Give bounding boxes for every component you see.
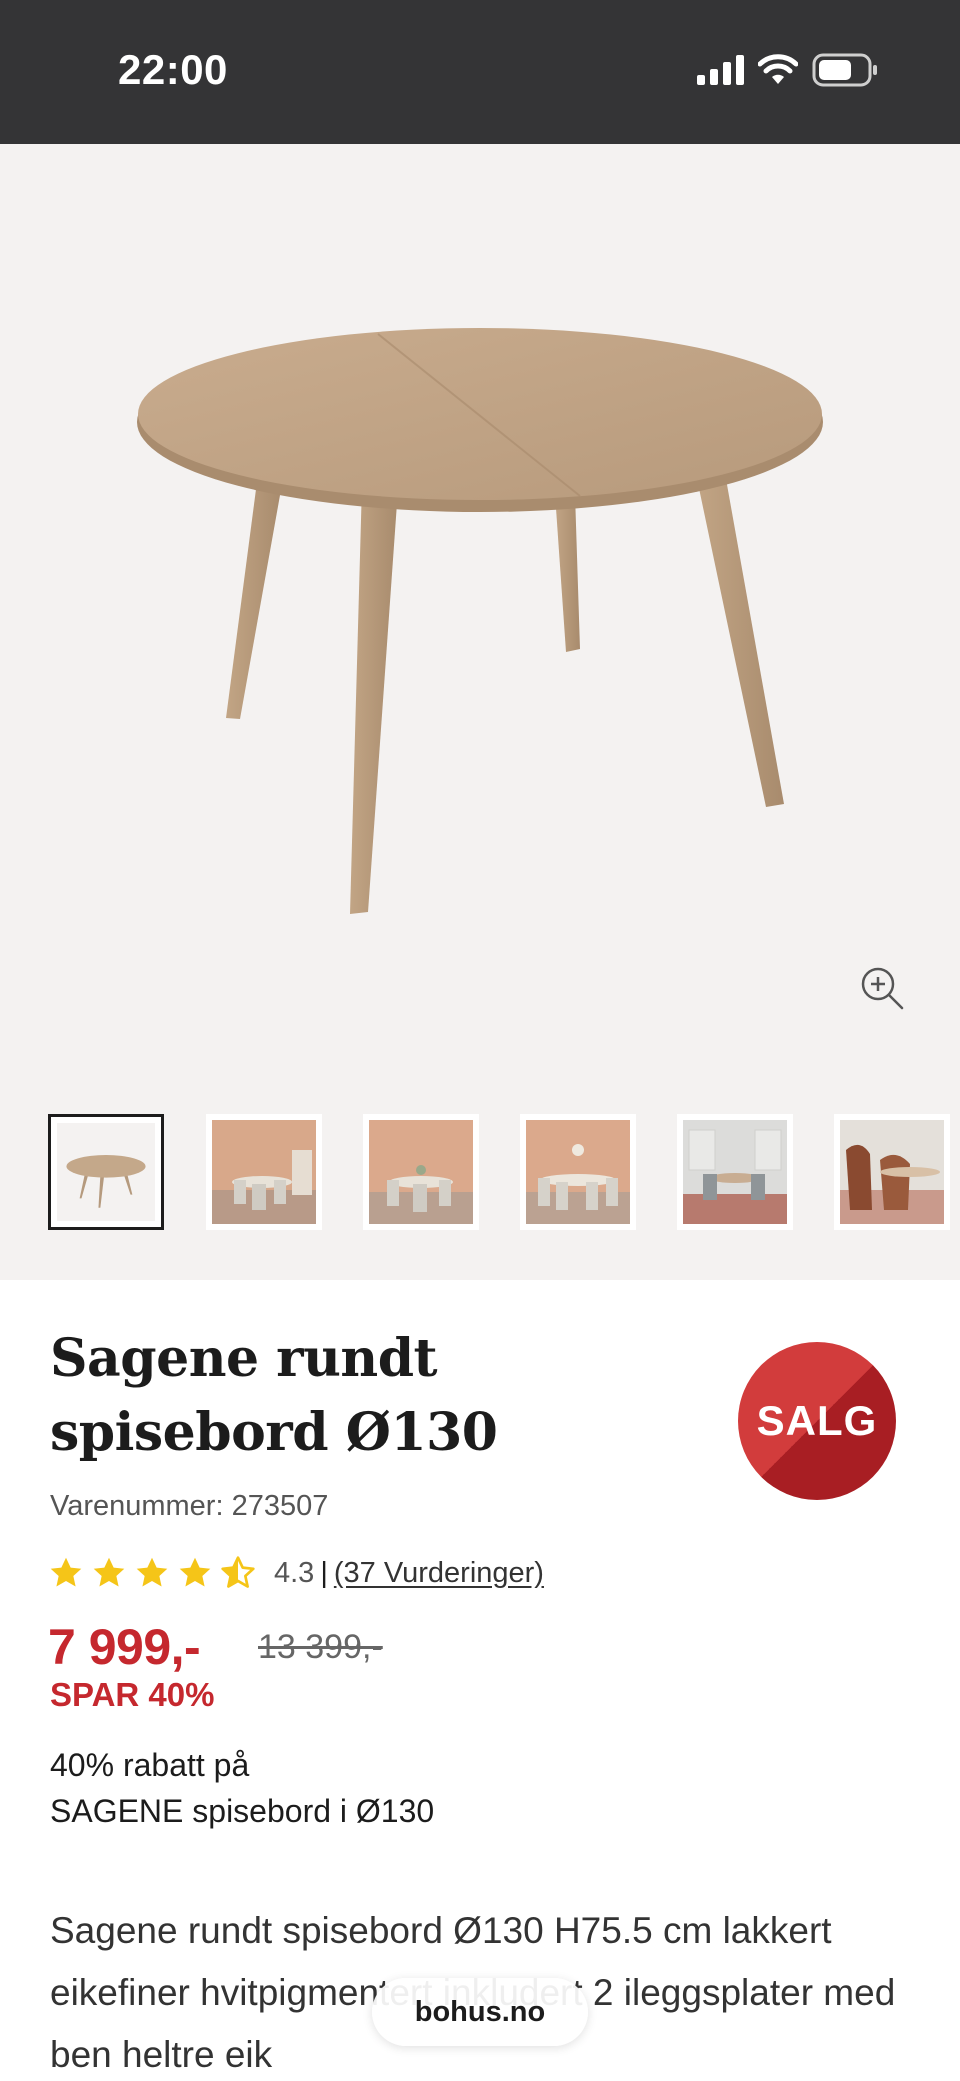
sale-badge-label: SALG (756, 1397, 878, 1444)
sale-badge: SALG (738, 1342, 896, 1500)
reviews-link[interactable]: (37 Vurderinger) (334, 1557, 544, 1590)
rating-separator: | (320, 1556, 328, 1589)
cellular-signal-icon (697, 55, 744, 85)
product-info: Sagene rundt spisebord Ø130 Varenummer: … (0, 1280, 960, 2081)
product-title: Sagene rundt spisebord Ø130 (50, 1328, 498, 1463)
promo-line-1: 40% rabatt på (50, 1747, 250, 1783)
product-rating: 4.3 | (37 Vurderinger) (48, 1552, 544, 1594)
thumbnail-table-product[interactable] (48, 1114, 164, 1230)
star-full-icon (50, 1557, 82, 1587)
status-icons (697, 52, 878, 88)
star-full-icon (179, 1557, 211, 1587)
thumbnail-room-scene-4[interactable] (677, 1114, 793, 1230)
rating-value: 4.3 (274, 1556, 315, 1589)
url-text: bohus.no (414, 1995, 546, 2028)
wifi-icon (758, 54, 798, 84)
thumbnail-room-scene-1[interactable] (206, 1114, 322, 1230)
battery-icon (812, 53, 877, 87)
star-rating (48, 1555, 256, 1591)
product-main-image[interactable] (0, 144, 960, 1144)
promo-line-2: SAGENE spisebord i Ø130 (50, 1793, 435, 1829)
product-gallery (0, 144, 960, 1280)
thumbnail-strip (48, 1114, 960, 1234)
thumbnail-room-scene-3[interactable] (520, 1114, 636, 1230)
promo-text: 40% rabatt på SAGENE spisebord i Ø130 (50, 1742, 434, 1834)
star-half-icon (221, 1556, 255, 1588)
current-price: 7 999,- (48, 1619, 201, 1675)
status-time: 22:00 (118, 46, 228, 93)
product-sku: Varenummer: 273507 (50, 1490, 329, 1522)
status-bar: 22:00 (0, 0, 960, 144)
discount-label: SPAR 40% (50, 1676, 215, 1713)
star-full-icon (136, 1557, 168, 1587)
thumbnail-room-scene-2[interactable] (363, 1114, 479, 1230)
original-price: 13 399,- (258, 1628, 383, 1666)
browser-url-pill[interactable]: bohus.no (372, 1978, 588, 2046)
thumbnail-room-scene-5[interactable] (834, 1114, 950, 1230)
star-full-icon (93, 1557, 125, 1587)
zoom-in-icon[interactable] (856, 962, 908, 1014)
